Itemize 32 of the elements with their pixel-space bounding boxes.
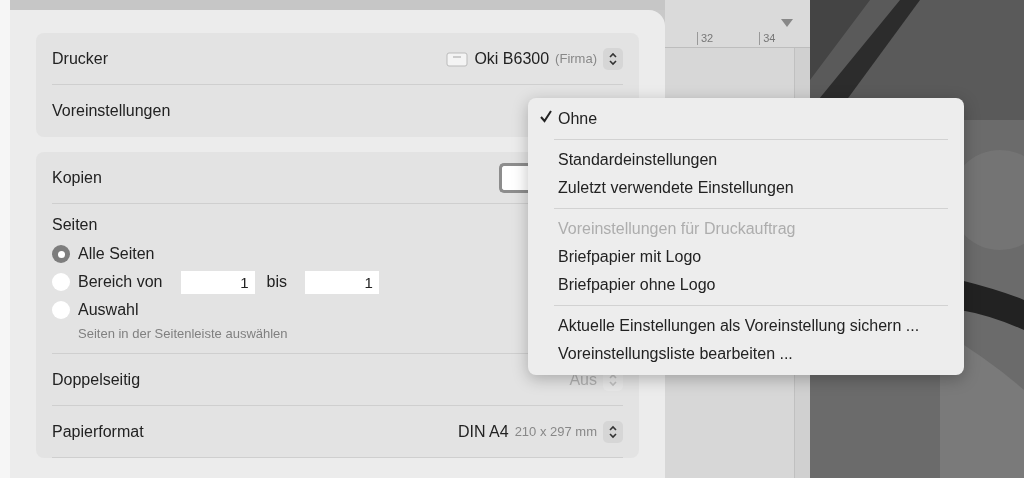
radio-button[interactable]: [52, 245, 70, 263]
menu-item[interactable]: Briefpapier ohne Logo: [528, 271, 964, 299]
ruler-number: 32: [697, 32, 714, 45]
to-label: bis: [266, 273, 287, 291]
radio-button[interactable]: [52, 301, 70, 319]
radio-label: Bereich von: [78, 273, 163, 291]
stepper-icon[interactable]: [603, 47, 623, 70]
menu-item[interactable]: Zuletzt verwendete Einstellungen: [528, 174, 964, 202]
menu-item[interactable]: Aktuelle Einstellungen als Voreinstellung sichern ...: [528, 312, 964, 340]
radio-label: Alle Seiten: [78, 245, 155, 263]
printer-icon: [446, 50, 469, 67]
ruler-number: 34: [759, 32, 776, 45]
from-field[interactable]: 1: [180, 270, 255, 294]
printer-name: Oki B6300: [474, 49, 550, 68]
hint-text: Seiten in der Seitenleiste auswählen: [78, 326, 289, 341]
printer-label: Drucker: [52, 49, 108, 68]
menu-item[interactable]: Briefpapier mit Logo: [528, 243, 964, 271]
to-field[interactable]: 1: [304, 270, 379, 294]
presets-label: Voreinstellungen: [52, 102, 171, 120]
printer-location: (Firma): [555, 51, 597, 66]
setting-detail: 210 x 297 mm: [514, 424, 597, 439]
menu-item[interactable]: Voreinstellungsliste bearbeiten ...: [528, 340, 964, 368]
menu-item[interactable]: Standardeinstellungen: [528, 146, 964, 174]
copies-label: Kopien: [52, 168, 102, 187]
setting-value: DIN A4: [457, 422, 509, 441]
setting-label: Papierformat: [52, 422, 144, 441]
setting-label: Doppelseitig: [52, 370, 141, 389]
radio-label: Auswahl: [78, 301, 139, 319]
menu-item[interactable]: Ohne: [528, 105, 964, 133]
tab-marker-icon: [781, 19, 793, 27]
stepper-icon[interactable]: [603, 420, 623, 443]
radio-button[interactable]: [52, 273, 70, 291]
